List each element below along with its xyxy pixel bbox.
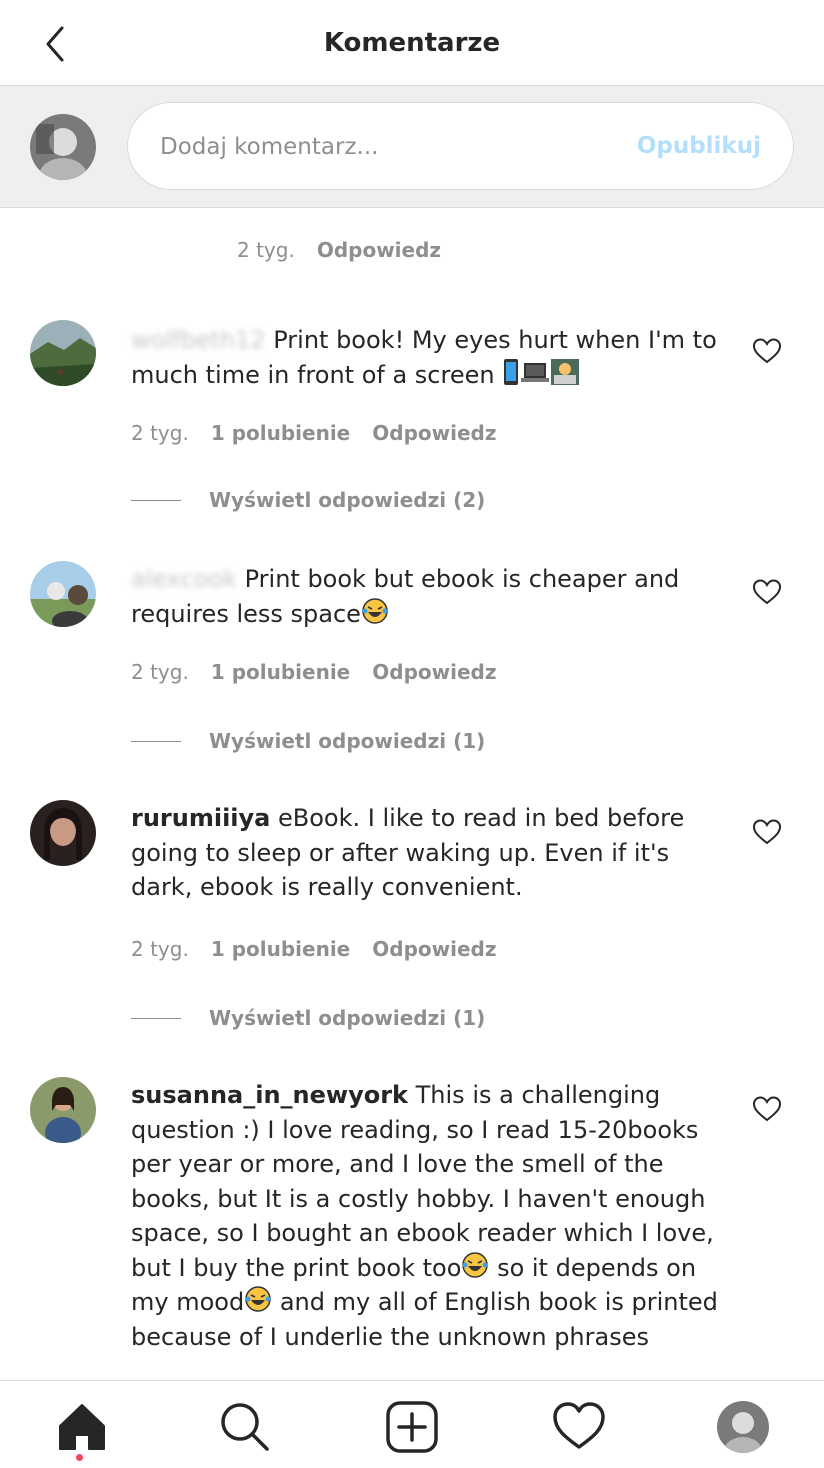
view-replies-button[interactable]: Wyświetl odpowiedzi (1) [131,729,485,753]
laughing-tears-icon [462,1251,489,1278]
avatar[interactable] [30,561,96,627]
like-button[interactable] [752,1095,782,1123]
comment-time[interactable]: 2 tyg. [131,660,189,684]
comment-meta: 2 tyg. 1 polubienie Odpowiedz [131,937,496,961]
view-replies-button[interactable]: Wyświetl odpowiedzi (1) [131,1006,485,1030]
like-button[interactable] [752,818,782,846]
page-title: Komentarze [323,28,501,58]
comment-body: susanna_in_newyork This is a challenging… [131,1078,733,1354]
comment-meta: 2 tyg. Odpowiedz [237,238,441,262]
person-at-laptop-icon [551,358,580,385]
comment-meta: 2 tyg. 1 polubienie Odpowiedz [131,660,496,684]
top-bar: Komentarze [0,0,824,86]
home-icon [59,1404,105,1450]
search-icon [221,1403,269,1451]
comment-input-container: Opublikuj [127,102,794,190]
comment-time[interactable]: 2 tyg. [237,238,295,262]
view-replies-label: Wyświetl odpowiedzi (2) [209,488,486,512]
comment-body: alexcook Print book but ebook is cheaper… [131,562,731,631]
comment-username[interactable]: susanna_in_newyork [131,1081,408,1109]
reply-button[interactable]: Odpowiedz [317,238,441,262]
nav-search[interactable] [217,1399,273,1455]
nav-home[interactable] [54,1399,110,1455]
notification-dot [76,1454,83,1461]
heart-icon [752,338,782,364]
profile-avatar [717,1401,769,1453]
publish-button[interactable]: Opublikuj [637,133,761,159]
comment-username[interactable]: rurumiiiya [131,804,270,832]
likes-count[interactable]: 1 polubienie [211,937,350,961]
avatar[interactable] [30,800,96,866]
reply-button[interactable]: Odpowiedz [372,421,496,445]
comment-compose-bar: Opublikuj [0,86,824,208]
comment-body: wolfbeth12 Print book! My eyes hurt when… [131,323,731,392]
mobile-phone-icon [504,358,519,385]
bottom-navigation [0,1380,824,1468]
view-replies-button[interactable]: Wyświetl odpowiedzi (2) [131,488,485,512]
divider-line [131,499,181,501]
comments-list[interactable]: 2 tyg. Odpowiedz wolfbeth12 Print book! M… [0,209,824,1380]
laughing-tears-icon [362,597,388,624]
comment-time[interactable]: 2 tyg. [131,937,189,961]
comment-meta: 2 tyg. 1 polubienie Odpowiedz [131,421,496,445]
laughing-tears-icon [245,1286,271,1312]
view-replies-label: Wyświetl odpowiedzi (1) [209,729,486,753]
like-button[interactable] [752,337,782,365]
comment-username[interactable]: wolfbeth12 [131,326,266,354]
avatar[interactable] [30,1077,96,1143]
divider-line [131,1017,181,1019]
heart-icon [752,579,782,605]
reply-button[interactable]: Odpowiedz [372,937,496,961]
like-button[interactable] [752,578,782,606]
nav-profile[interactable] [717,1401,769,1453]
comment-input[interactable] [160,127,620,167]
comment-body: rurumiiiya eBook. I like to read in bed … [131,801,731,905]
add-post-icon [386,1401,438,1453]
comment-text: This is a challenging question :) I love… [131,1081,714,1282]
nav-activity[interactable] [551,1399,607,1455]
avatar[interactable] [30,114,96,180]
nav-new-post[interactable] [384,1399,440,1455]
likes-count[interactable]: 1 polubienie [211,421,350,445]
comment-time[interactable]: 2 tyg. [131,421,189,445]
activity-heart-icon [553,1402,605,1449]
likes-count[interactable]: 1 polubienie [211,660,350,684]
avatar[interactable] [30,320,96,386]
heart-icon [752,1096,782,1122]
comment-username[interactable]: alexcook [131,565,237,593]
heart-icon [752,819,782,845]
laptop-icon [521,362,550,382]
reply-button[interactable]: Odpowiedz [372,660,496,684]
view-replies-label: Wyświetl odpowiedzi (1) [209,1006,486,1030]
divider-line [131,740,181,742]
